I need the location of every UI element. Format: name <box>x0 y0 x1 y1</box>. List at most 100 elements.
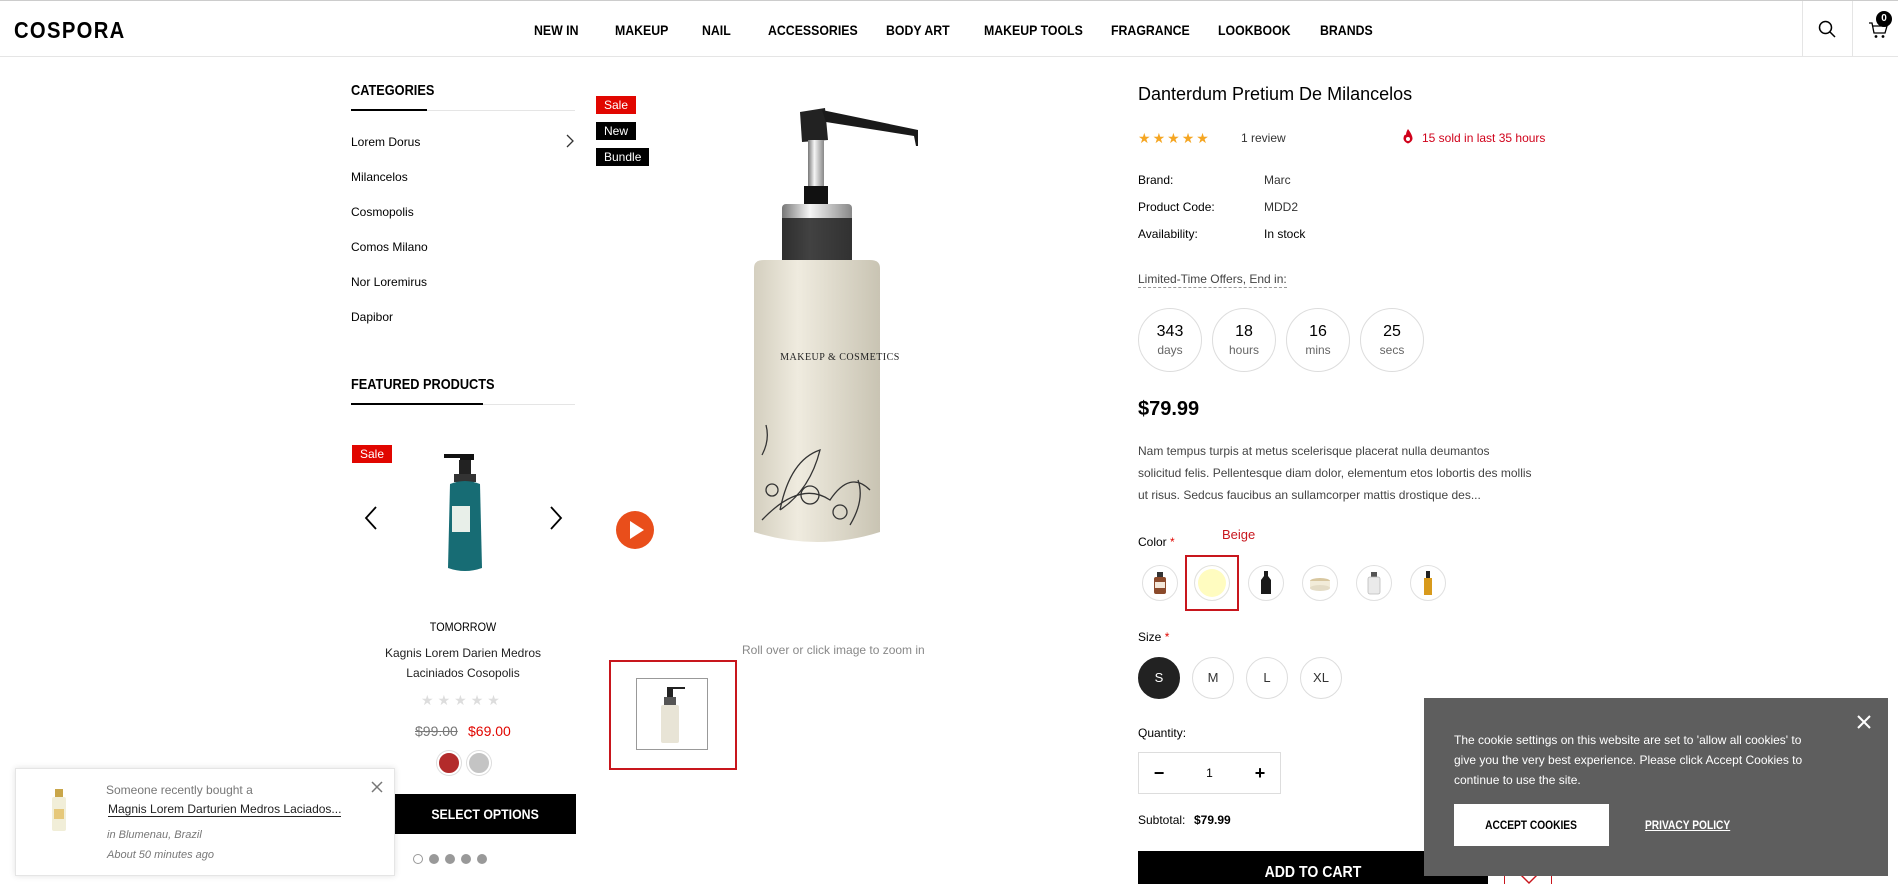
star-empty-icon: ★ <box>470 692 484 708</box>
toast-product-image[interactable] <box>46 787 72 837</box>
star-empty-icon: ★ <box>487 692 500 708</box>
thumbnail-image[interactable] <box>636 678 708 750</box>
category-item-cosmopolis[interactable]: Cosmopolis <box>351 205 414 219</box>
quantity-decrease-button[interactable]: − <box>1139 753 1179 793</box>
availability-value: In stock <box>1264 227 1306 241</box>
featured-product-image[interactable] <box>440 450 490 575</box>
carousel-prev-arrow-icon[interactable] <box>364 505 378 531</box>
quantity-stepper: − 1 + <box>1138 752 1281 794</box>
title-underline <box>351 403 483 405</box>
nav-brands[interactable]: BRANDS <box>1320 22 1373 38</box>
category-item-lorem-dorus[interactable]: Lorem Dorus <box>351 135 420 149</box>
header-divider <box>1802 1 1803 57</box>
accept-cookies-button[interactable]: ACCEPT COOKIES <box>1454 804 1609 846</box>
countdown-secs-value: 25 <box>1383 323 1401 340</box>
countdown-hours: 18 hours <box>1212 308 1276 372</box>
countdown-secs-unit: secs <box>1379 343 1405 357</box>
countdown-mins-value: 16 <box>1309 323 1327 340</box>
product-code-label: Product Code: <box>1138 200 1215 214</box>
site-logo[interactable]: COSPORA <box>14 17 126 44</box>
countdown-hours-value: 18 <box>1235 323 1253 340</box>
carousel-dot[interactable] <box>445 854 455 864</box>
size-option-xl[interactable]: XL <box>1300 657 1342 699</box>
play-video-icon[interactable] <box>615 510 655 550</box>
thumbnail-bottle-icon <box>661 687 685 743</box>
carousel-next-arrow-icon[interactable] <box>549 505 563 531</box>
product-title: Danterdum Pretium De Milancelos <box>1138 84 1413 104</box>
star-filled-icon: ★ <box>1196 130 1209 146</box>
size-option-s[interactable]: S <box>1138 657 1180 699</box>
select-options-label: SELECT OPTIONS <box>431 806 539 822</box>
category-item-milancelos[interactable]: Milancelos <box>351 170 408 184</box>
countdown-days-unit: days <box>1157 343 1183 357</box>
quantity-increase-button[interactable]: + <box>1240 753 1280 793</box>
sale-badge: Sale <box>596 96 637 114</box>
nav-body-art[interactable]: BODY ART <box>886 22 950 38</box>
featured-old-price: $99.00 <box>415 723 458 739</box>
nav-makeup[interactable]: MAKEUP <box>615 22 668 38</box>
fire-icon <box>1403 129 1413 144</box>
required-mark: * <box>1164 630 1170 644</box>
carousel-dot[interactable] <box>477 854 487 864</box>
recent-purchase-toast: Someone recently bought a Magnis Lorem D… <box>15 768 395 876</box>
countdown-days-value: 343 <box>1156 323 1184 340</box>
countdown-days: 343 days <box>1138 308 1202 372</box>
quantity-input[interactable]: 1 <box>1179 753 1240 793</box>
color-swatch-red[interactable] <box>437 751 461 775</box>
cookie-message-line3: continue to use the site. <box>1454 773 1581 787</box>
color-swatch-beige[interactable] <box>1194 565 1230 601</box>
black-bottle-icon <box>1261 571 1271 594</box>
color-swatch-black-bottle[interactable] <box>1248 565 1284 601</box>
toast-message: Someone recently bought a <box>106 783 253 797</box>
nav-fragrance[interactable]: FRAGRANCE <box>1111 22 1190 38</box>
chevron-right-icon[interactable] <box>566 134 574 148</box>
carousel-dot[interactable] <box>461 854 471 864</box>
color-swatch-amber-bottle[interactable] <box>1142 565 1178 601</box>
nav-new-in[interactable]: NEW IN <box>534 22 578 38</box>
select-options-button[interactable]: SELECT OPTIONS <box>394 794 576 834</box>
header-divider <box>1852 1 1853 57</box>
toast-product-link[interactable]: Magnis Lorem Darturien Medros Laciados..… <box>108 802 342 817</box>
product-rating[interactable]: ★ ★ ★ ★ ★ <box>1138 130 1209 147</box>
featured-product-name[interactable]: Kagnis Lorem Darien Medros <box>351 646 575 660</box>
nav-nail[interactable]: NAIL <box>702 22 731 38</box>
nav-accessories[interactable]: ACCESSORIES <box>768 22 858 38</box>
bundle-badge: Bundle <box>596 148 650 166</box>
category-item-nor-loremirus[interactable]: Nor Loremirus <box>351 275 427 289</box>
product-price: $79.99 <box>1138 398 1200 420</box>
product-code-value: MDD2 <box>1264 200 1299 214</box>
privacy-policy-link[interactable]: PRIVACY POLICY <box>1645 818 1730 832</box>
review-count[interactable]: 1 review <box>1241 131 1286 145</box>
nav-lookbook[interactable]: LOOKBOOK <box>1218 22 1291 38</box>
star-filled-icon: ★ <box>1181 130 1195 146</box>
bottle-label-text: MAKEUP & COSMETICS <box>780 352 900 363</box>
color-swatch-grey[interactable] <box>467 751 491 775</box>
close-icon[interactable] <box>1857 715 1871 729</box>
subtotal-label: Subtotal: <box>1138 813 1186 827</box>
main-product-image[interactable] <box>740 100 940 556</box>
nav-makeup-tools[interactable]: MAKEUP TOOLS <box>984 22 1083 38</box>
size-option-m[interactable]: M <box>1192 657 1234 699</box>
category-item-comos-milano[interactable]: Comos Milano <box>351 240 428 254</box>
toast-location: in Blumenau, Brazil <box>107 829 202 841</box>
color-swatch-white-bottle[interactable] <box>1356 565 1392 601</box>
carousel-dot[interactable] <box>413 854 423 864</box>
sold-count: 15 sold in last 35 hours <box>1422 131 1546 145</box>
featured-rating: ★ ★ ★ ★ ★ <box>421 692 500 709</box>
brand-label: Brand: <box>1138 173 1174 187</box>
color-swatch-gold-bottle[interactable] <box>1410 565 1446 601</box>
brand-value[interactable]: Marc <box>1264 173 1291 187</box>
toast-close-icon[interactable] <box>371 781 383 793</box>
availability-label: Availability: <box>1138 227 1198 241</box>
countdown-hours-unit: hours <box>1228 343 1260 357</box>
category-item-dapibor[interactable]: Dapibor <box>351 310 393 324</box>
jar-icon <box>1310 578 1330 591</box>
search-icon[interactable] <box>1818 20 1836 38</box>
size-option-l[interactable]: L <box>1246 657 1288 699</box>
featured-product-name-line2[interactable]: Laciniados Cosopolis <box>351 666 575 680</box>
carousel-dot[interactable] <box>429 854 439 864</box>
size-label: Size * <box>1138 630 1169 644</box>
featured-products-title: FEATURED PRODUCTS <box>351 376 495 393</box>
add-to-cart-label: ADD TO CART <box>1264 864 1362 881</box>
color-swatch-cream-jar[interactable] <box>1302 565 1338 601</box>
